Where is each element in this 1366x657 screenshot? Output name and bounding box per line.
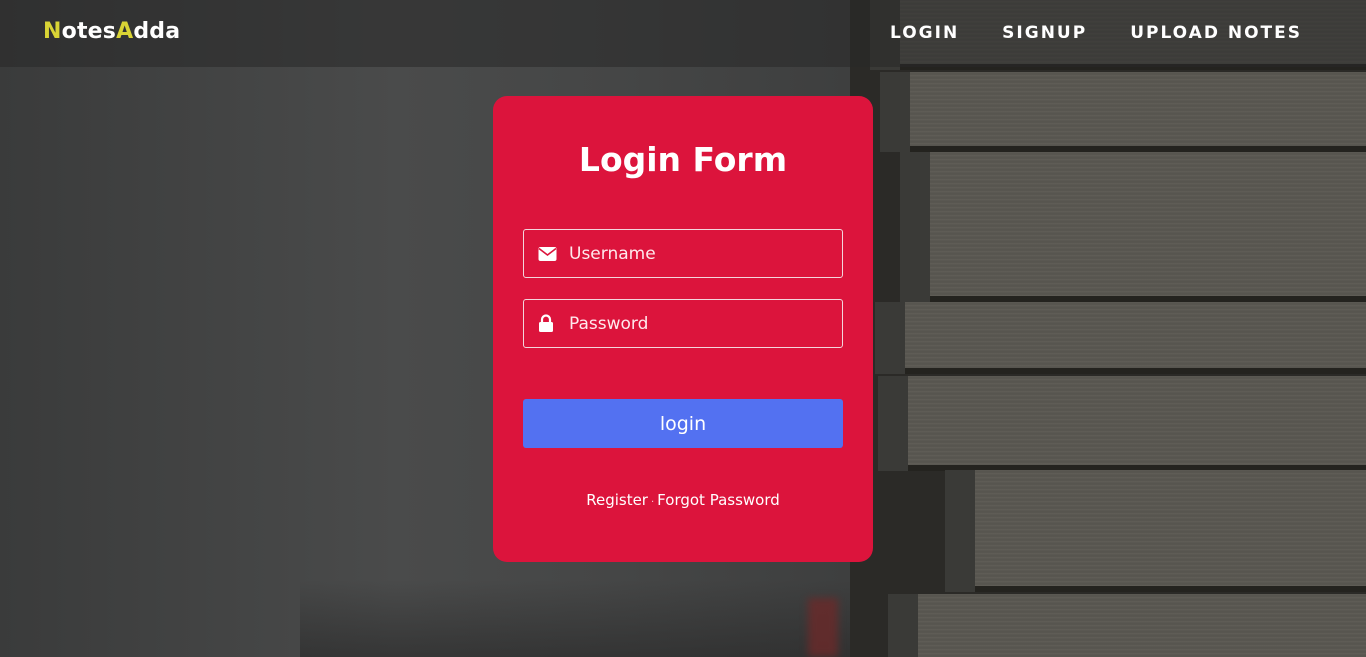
envelope-icon: [538, 246, 557, 262]
lock-icon: [538, 314, 557, 332]
username-input[interactable]: [569, 230, 837, 277]
password-input[interactable]: [569, 300, 837, 347]
form-links: Register · Forgot Password: [493, 491, 873, 509]
nav-link-signup[interactable]: SIGNUP: [1002, 23, 1087, 43]
brand-text: dda: [133, 19, 181, 44]
password-field[interactable]: [523, 299, 843, 348]
brand-accent-letter: N: [43, 19, 62, 44]
register-link[interactable]: Register: [586, 491, 648, 509]
brand-accent-letter: A: [116, 19, 134, 44]
login-form-card: Login Form login Register·Forgot Passwor…: [493, 96, 873, 562]
nav-link-login[interactable]: LOGIN: [890, 23, 959, 43]
brand-text: otes: [61, 19, 117, 44]
username-field[interactable]: [523, 229, 843, 278]
nav-link-upload-notes[interactable]: UPLOAD NOTES: [1130, 23, 1302, 43]
background-books-image: [850, 0, 1366, 657]
background-floor: [300, 580, 860, 657]
form-title: Login Form: [578, 140, 788, 179]
navbar: NotesAdda LOGIN SIGNUP UPLOAD NOTES: [0, 0, 1366, 67]
link-separator: ·: [650, 497, 655, 508]
login-button[interactable]: login: [523, 399, 843, 448]
nav-links: LOGIN SIGNUP UPLOAD NOTES: [847, 23, 1302, 43]
forgot-password-link[interactable]: Forgot Password: [657, 491, 780, 509]
background-object: [808, 598, 838, 657]
brand-logo[interactable]: NotesAdda: [43, 19, 180, 44]
